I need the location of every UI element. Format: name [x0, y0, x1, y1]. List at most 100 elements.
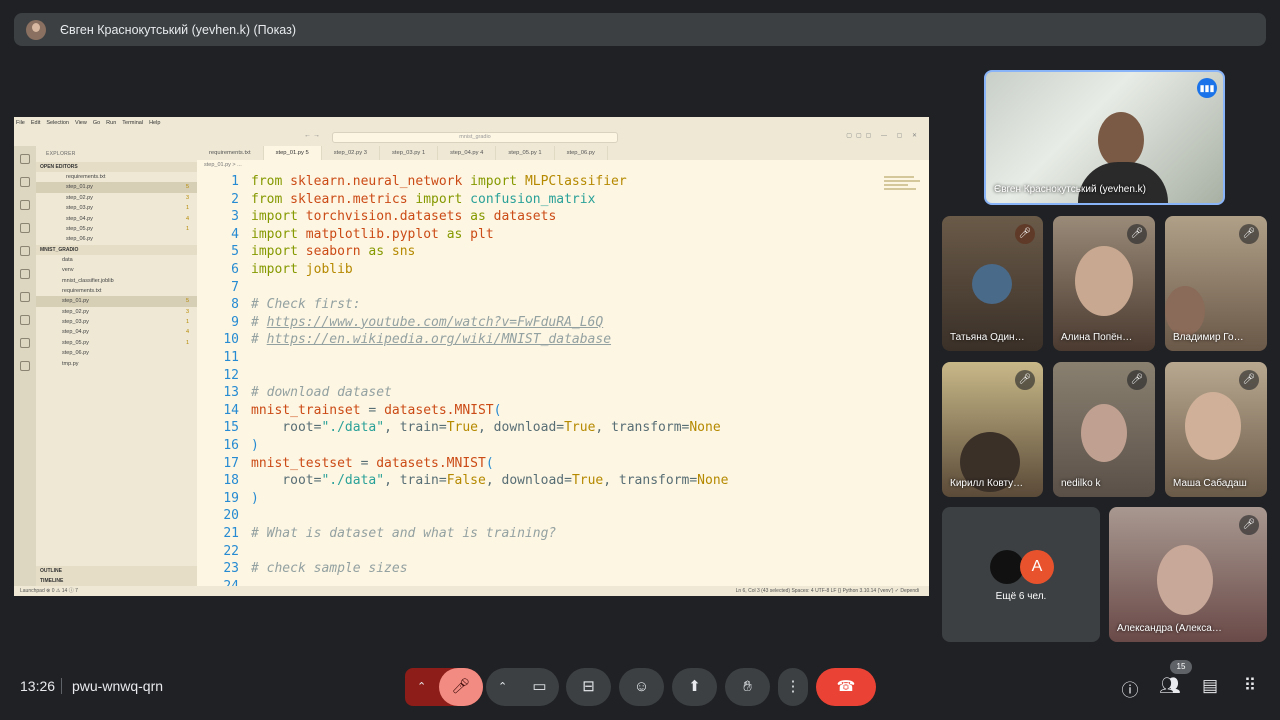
explorer-file-item: requirements.txt — [36, 172, 197, 182]
problem-count: 1 — [185, 339, 189, 346]
chevron-up-icon[interactable]: ⌃ — [417, 668, 426, 706]
line-number: 20 — [223, 508, 239, 524]
open-editors-section: OPEN EDITORS — [36, 162, 197, 172]
line-number: 5 — [231, 244, 239, 260]
explorer-file-item: step_02.py 3 — [36, 307, 197, 317]
explorer-file-item: tmp.py — [36, 359, 197, 369]
participant-name: Татьяна Один… — [950, 332, 1025, 343]
code-line-1: from sklearn.neural_network import MLPCl… — [251, 174, 627, 189]
people-icon[interactable]: 👥︎ — [1158, 676, 1182, 696]
avatar — [990, 550, 1024, 584]
explorer-file-item: step_05.py 1 — [36, 224, 197, 234]
line-number: 22 — [223, 543, 239, 559]
line-number: 9 — [231, 314, 239, 330]
mic-off-icon: 🎤︎ — [1015, 224, 1035, 244]
tab-step-03: step_03.py 1 — [380, 146, 439, 160]
file-name: tmp.py — [62, 360, 79, 367]
chevron-up-icon[interactable]: ⌃ — [498, 668, 507, 706]
meeting-code: pwu-wnwq-qrn — [72, 678, 164, 694]
line-number: 1 — [231, 174, 239, 189]
extensions-icon — [20, 246, 30, 256]
menu-selection: Selection — [46, 120, 69, 126]
tab-step-01: step_01.py 5 — [263, 146, 322, 160]
menu-go: Go — [92, 120, 101, 126]
file-name: step_04.py — [62, 329, 89, 336]
raise-hand-button[interactable]: ✋︎ — [725, 668, 770, 706]
problem-count: 1 — [185, 319, 189, 326]
present-button[interactable]: ⬆ — [672, 668, 717, 706]
camera-toggle-group: ⌃ ▭ — [486, 668, 559, 706]
participant-face — [1185, 392, 1241, 460]
mic-off-icon: 🎤︎ — [1127, 370, 1147, 390]
code-line-18: root="./data", train=False, download=Tru… — [251, 473, 729, 489]
menu-file: File — [16, 120, 25, 126]
emoji-button[interactable]: ☺ — [619, 668, 664, 706]
code-line-9: # https://www.youtube.com/watch?v=FwFduR… — [251, 314, 604, 330]
code-line-3: import torchvision.datasets as datasets — [251, 209, 557, 225]
line-number: 8 — [231, 297, 239, 313]
file-name: step_02.py — [66, 194, 93, 201]
info-icon[interactable]: ⓘ — [1118, 676, 1142, 701]
end-call-button[interactable]: ☎︎ — [816, 668, 876, 706]
run-icon — [20, 223, 30, 233]
problem-count: 1 — [185, 225, 189, 232]
line-number: 2 — [231, 191, 239, 207]
minimap — [884, 174, 924, 204]
line-number: 13 — [223, 385, 239, 401]
explorer-file-item: step_01.py 5 — [36, 182, 197, 193]
line-number: 15 — [223, 420, 239, 436]
source-control-icon — [20, 200, 30, 210]
camera-button[interactable]: ▭ — [520, 668, 559, 706]
meeting-controls: 13:26 pwu-wnwq-qrn ⌃ 🎤︎ ⌃ ▭ ⊟ ☺ ⬆ ✋︎ ⋮ ☎… — [0, 660, 1280, 714]
status-left: Launchpad ⊗ 0 ⚠ 14 ⓘ 7 — [20, 588, 78, 594]
menu-run: Run — [106, 120, 117, 126]
vscode-titlebar: ← → mnist_gradio ▢▢▢ — ▢ ✕ — [14, 129, 929, 146]
file-name: step_01.py — [66, 184, 93, 191]
file-name: step_04.py — [66, 215, 93, 222]
problem-count: 5 — [185, 298, 189, 305]
line-number: 21 — [223, 526, 239, 541]
problem-count: 4 — [185, 329, 189, 336]
file-name: step_06.py — [62, 350, 89, 357]
participant-tile[interactable]: 🎤︎ Владимир Го… — [1165, 216, 1267, 351]
participant-tile[interactable]: 🎤︎ Маша Сабадаш — [1165, 362, 1267, 497]
participant-name: Маша Сабадаш — [1173, 478, 1247, 489]
participant-tile[interactable]: 🎤︎ Александра (Алекса… — [1109, 507, 1267, 642]
participant-tile[interactable]: 🎤︎ Кирилл Ковту… — [942, 362, 1043, 497]
featured-speaker-tile[interactable]: ▮▮▮ Євген Краснокутський (yevhen.k) — [984, 70, 1225, 205]
file-name: requirements.txt — [62, 287, 102, 294]
chat-icon[interactable]: ▤ — [1198, 676, 1222, 696]
captions-button[interactable]: ⊟ — [566, 668, 611, 706]
more-options-button[interactable]: ⋮ — [778, 668, 808, 706]
explorer-header: EXPLORER — [46, 151, 76, 157]
files-icon — [20, 154, 30, 164]
code-line-16: ) — [251, 438, 259, 453]
line-number: 24 — [197, 579, 239, 586]
tab-step-05: step_05.py 1 — [496, 146, 555, 160]
mic-off-icon: 🎤︎ — [1239, 370, 1259, 390]
search-icon — [20, 177, 30, 187]
jupyter-icon — [20, 338, 30, 348]
participant-tile[interactable]: 🎤︎ nedilko k — [1053, 362, 1155, 497]
more-participants-tile[interactable]: A Ещё 6 чел. — [942, 507, 1100, 642]
file-name: step_02.py — [62, 308, 89, 315]
docker-icon — [20, 315, 30, 325]
breadcrumb: step_01.py > ... — [204, 162, 242, 168]
activity-bar — [14, 146, 36, 586]
status-bar: Launchpad ⊗ 0 ⚠ 14 ⓘ 7 Ln 6, Col 3 (43 s… — [14, 586, 929, 596]
code-line-21: # What is dataset and what is training? — [251, 526, 557, 541]
code-line-6: import joblib — [251, 262, 353, 277]
line-number: 14 — [223, 402, 239, 418]
folder-section: MNIST_GRADIO — [36, 244, 197, 255]
problem-count: 5 — [185, 184, 189, 191]
explorer-file-item: venv — [36, 265, 197, 275]
mic-off-button[interactable]: 🎤︎ — [439, 668, 483, 706]
clock: 13:26 — [20, 678, 56, 694]
code-line-19: ) — [251, 490, 259, 506]
participant-tile[interactable]: 🎤︎ Татьяна Один… — [942, 216, 1043, 351]
line-number: 3 — [231, 209, 239, 225]
explorer-file-item: step_03.py 1 — [36, 317, 197, 327]
participant-name: Кирилл Ковту… — [950, 478, 1024, 489]
participant-tile[interactable]: 🎤︎ Алина Попён… — [1053, 216, 1155, 351]
apps-icon[interactable]: ⠿ — [1238, 676, 1262, 696]
